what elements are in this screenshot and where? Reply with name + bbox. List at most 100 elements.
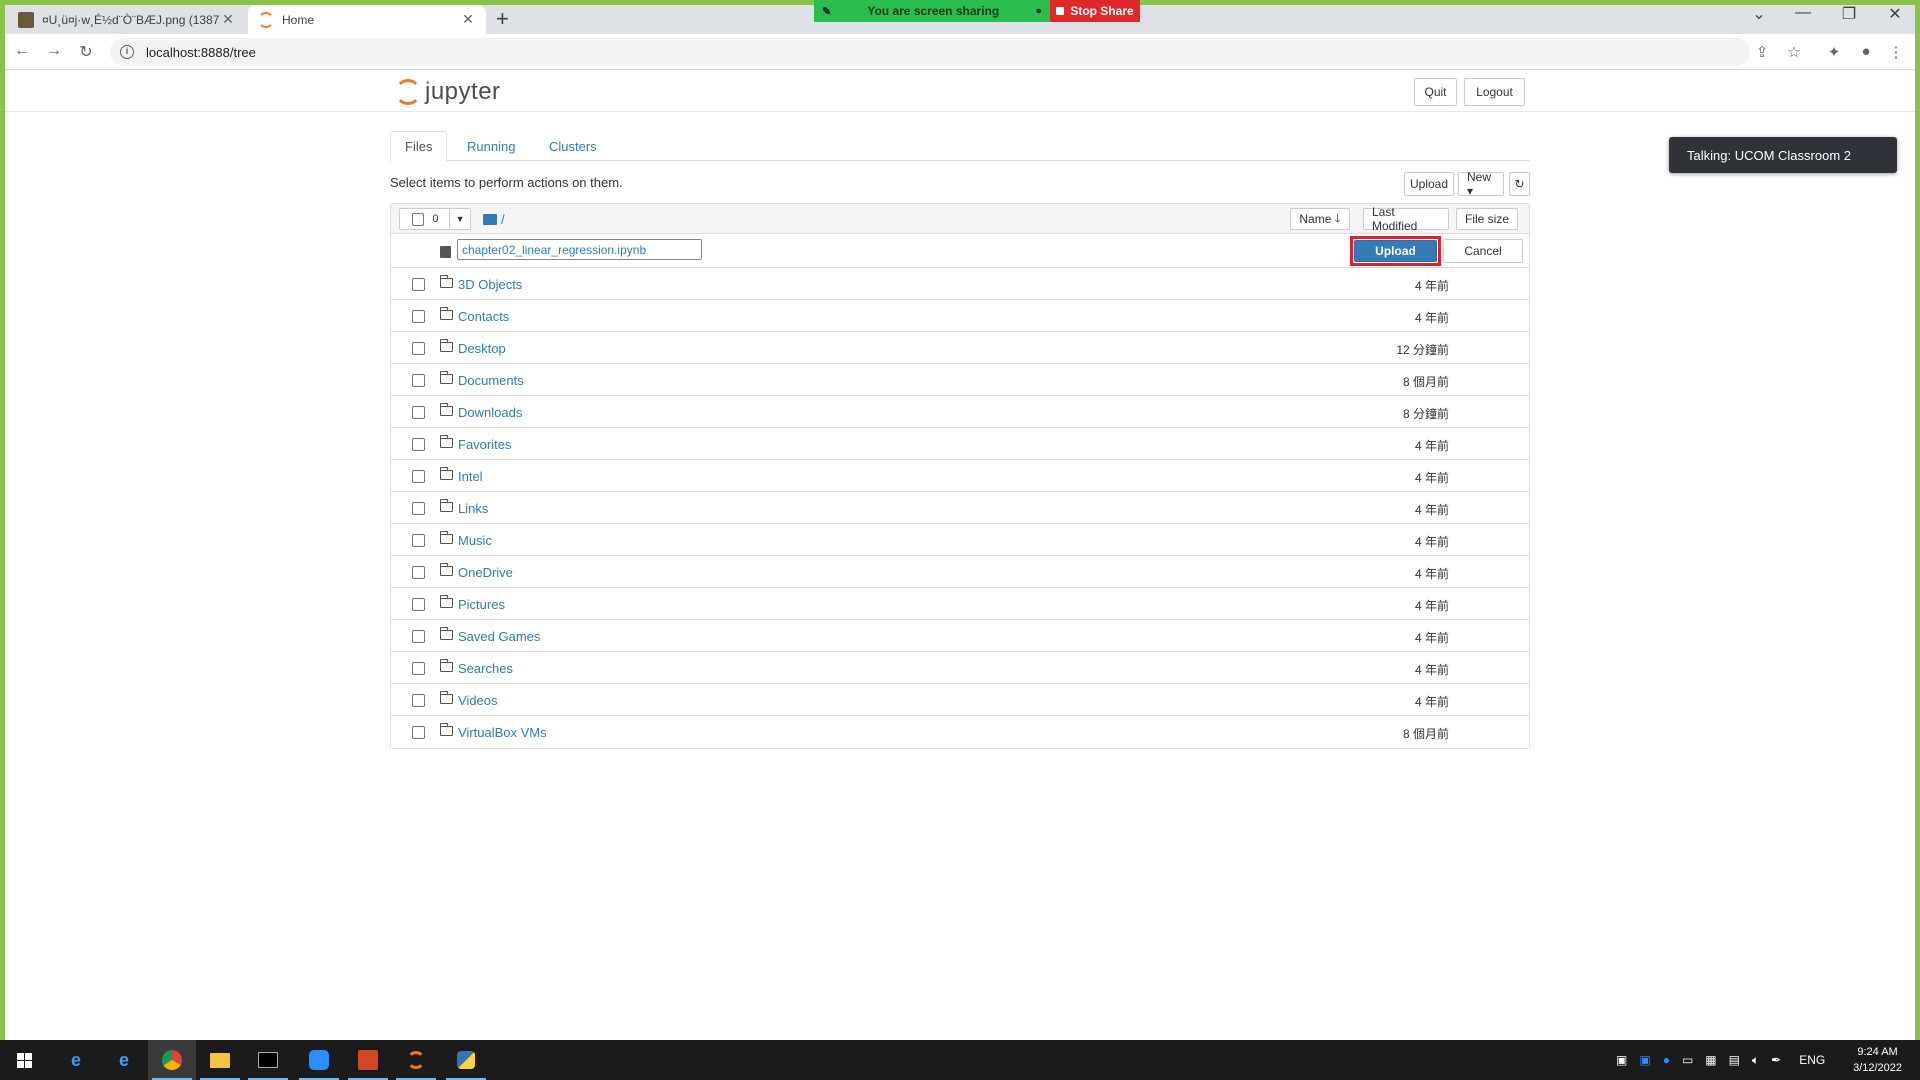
back-arrow-icon[interactable]: ← <box>12 42 32 60</box>
select-dropdown-caret-icon[interactable]: ▼ <box>449 209 470 229</box>
sort-by-file-size-button[interactable]: File size <box>1456 208 1519 230</box>
tray-app-icon[interactable]: ▣ <box>1616 1053 1627 1067</box>
breadcrumb-root[interactable]: / <box>501 212 505 227</box>
file-row[interactable]: Links 4 年前 <box>391 492 1529 524</box>
window-close-icon[interactable]: ✕ <box>1872 4 1918 24</box>
tray-network-icon[interactable]: ▦ <box>1705 1053 1716 1067</box>
minimize-icon[interactable]: — <box>1780 4 1826 22</box>
refresh-button[interactable]: ↻ <box>1509 172 1530 196</box>
row-checkbox[interactable] <box>412 630 425 643</box>
file-row[interactable]: OneDrive 4 年前 <box>391 556 1529 588</box>
folder-link[interactable]: Pictures <box>458 597 505 612</box>
folder-link[interactable]: VirtualBox VMs <box>458 725 547 740</box>
browser-tab-image[interactable]: ¤U¸ü¤j·w¸É½d¨Ò¨BÆJ.png (1387× ✕ <box>8 5 246 34</box>
edge-icon[interactable]: e <box>52 1040 100 1080</box>
tray-zoom-icon[interactable]: ● <box>1663 1053 1670 1067</box>
row-checkbox[interactable] <box>412 566 425 579</box>
logout-button[interactable]: Logout <box>1464 78 1525 106</box>
file-row[interactable]: Documents 8 個月前 <box>391 364 1529 396</box>
bookmark-star-icon[interactable]: ☆ <box>1784 43 1804 61</box>
row-checkbox[interactable] <box>412 598 425 611</box>
file-row[interactable]: Music 4 年前 <box>391 524 1529 556</box>
row-checkbox[interactable] <box>412 470 425 483</box>
quit-button[interactable]: Quit <box>1414 78 1457 106</box>
upload-button[interactable]: Upload <box>1404 172 1454 196</box>
folder-link[interactable]: Music <box>458 533 492 548</box>
cancel-upload-button[interactable]: Cancel <box>1443 239 1523 263</box>
start-button[interactable] <box>0 1040 48 1080</box>
sort-by-name-button[interactable]: Name 🡓 <box>1290 208 1350 230</box>
row-checkbox[interactable] <box>412 534 425 547</box>
terminal-icon[interactable] <box>244 1040 292 1080</box>
tab-files[interactable]: Files <box>390 131 448 162</box>
stop-share-button[interactable]: Stop Share <box>1050 0 1140 22</box>
sort-by-last-modified-button[interactable]: Last Modified <box>1363 205 1449 233</box>
internet-explorer-icon[interactable]: e <box>100 1040 148 1080</box>
row-checkbox[interactable] <box>412 662 425 675</box>
row-checkbox[interactable] <box>412 694 425 707</box>
new-tab-icon[interactable]: + <box>496 6 509 32</box>
folder-link[interactable]: Contacts <box>458 309 509 324</box>
reload-icon[interactable]: ↻ <box>76 42 96 62</box>
info-icon[interactable]: i <box>120 45 134 59</box>
folder-link[interactable]: 3D Objects <box>458 277 522 292</box>
forward-arrow-icon[interactable]: → <box>44 42 64 60</box>
folder-link[interactable]: Intel <box>458 469 483 484</box>
row-checkbox[interactable] <box>412 726 425 739</box>
tray-app-icon[interactable]: ▤ <box>1729 1053 1740 1067</box>
browser-tab-home[interactable]: Home ✕ <box>248 5 486 34</box>
jupyter-logo[interactable]: jupyter <box>395 78 501 106</box>
folder-link[interactable]: Saved Games <box>458 629 540 644</box>
pencil-icon[interactable]: ✎ <box>822 5 831 18</box>
row-checkbox[interactable] <box>412 342 425 355</box>
row-checkbox[interactable] <box>412 502 425 515</box>
row-checkbox[interactable] <box>412 374 425 387</box>
pen-icon[interactable]: ✒ <box>1771 1053 1781 1067</box>
jupyter-app-icon[interactable] <box>392 1040 440 1080</box>
file-row[interactable]: Downloads 8 分鐘前 <box>391 396 1529 428</box>
file-row[interactable]: Searches 4 年前 <box>391 652 1529 684</box>
folder-link[interactable]: Videos <box>458 693 498 708</box>
language-indicator[interactable]: ENG <box>1799 1053 1825 1067</box>
row-checkbox[interactable] <box>412 278 425 291</box>
powerpoint-icon[interactable] <box>344 1040 392 1080</box>
python-app-icon[interactable] <box>442 1040 490 1080</box>
file-row[interactable]: 3D Objects 4 年前 <box>391 268 1529 300</box>
folder-link[interactable]: Documents <box>458 373 524 388</box>
tray-display-icon[interactable]: ▭ <box>1682 1053 1693 1067</box>
row-checkbox[interactable] <box>412 438 425 451</box>
profile-avatar-icon[interactable]: ● <box>1856 43 1876 60</box>
folder-link[interactable]: Favorites <box>458 437 511 452</box>
file-row[interactable]: Desktop 12 分鐘前 <box>391 332 1529 364</box>
extensions-icon[interactable]: ✦ <box>1824 43 1844 61</box>
upload-filename-input[interactable]: chapter02_linear_regression.ipynb <box>457 239 702 260</box>
close-icon[interactable]: ✕ <box>220 11 236 28</box>
restore-icon[interactable]: ❐ <box>1826 4 1872 24</box>
folder-link[interactable]: Links <box>458 501 488 516</box>
chrome-icon[interactable] <box>148 1040 196 1080</box>
new-dropdown-button[interactable]: New ▾ <box>1458 170 1504 198</box>
file-row[interactable]: VirtualBox VMs 8 個月前 <box>391 716 1529 748</box>
clock[interactable]: 9:24 AM 3/12/2022 <box>1853 1044 1902 1076</box>
breadcrumb[interactable]: / <box>483 212 505 227</box>
file-row[interactable]: Saved Games 4 年前 <box>391 620 1529 652</box>
zoom-icon[interactable] <box>295 1040 343 1080</box>
tray-app-icon[interactable]: ▣ <box>1639 1053 1650 1067</box>
tab-search-chevron-icon[interactable]: ⌄ <box>1736 4 1782 24</box>
folder-link[interactable]: Downloads <box>458 405 522 420</box>
menu-kebab-icon[interactable]: ⋮ <box>1886 43 1906 61</box>
file-explorer-icon[interactable] <box>196 1040 244 1080</box>
tab-running[interactable]: Running <box>453 131 529 162</box>
file-row[interactable]: Favorites 4 年前 <box>391 428 1529 460</box>
confirm-upload-button[interactable]: Upload <box>1354 240 1437 262</box>
row-checkbox[interactable] <box>412 406 425 419</box>
file-row[interactable]: Videos 4 年前 <box>391 684 1529 716</box>
folder-link[interactable]: Desktop <box>458 341 506 356</box>
file-row[interactable]: Contacts 4 年前 <box>391 300 1529 332</box>
folder-link[interactable]: Searches <box>458 661 513 676</box>
select-all-checkbox[interactable] <box>412 212 425 226</box>
close-icon[interactable]: ✕ <box>460 11 476 28</box>
share-icon[interactable]: ⇪ <box>1752 43 1772 61</box>
volume-icon[interactable]: 🔈︎ <box>1752 1053 1759 1068</box>
row-checkbox[interactable] <box>412 310 425 323</box>
